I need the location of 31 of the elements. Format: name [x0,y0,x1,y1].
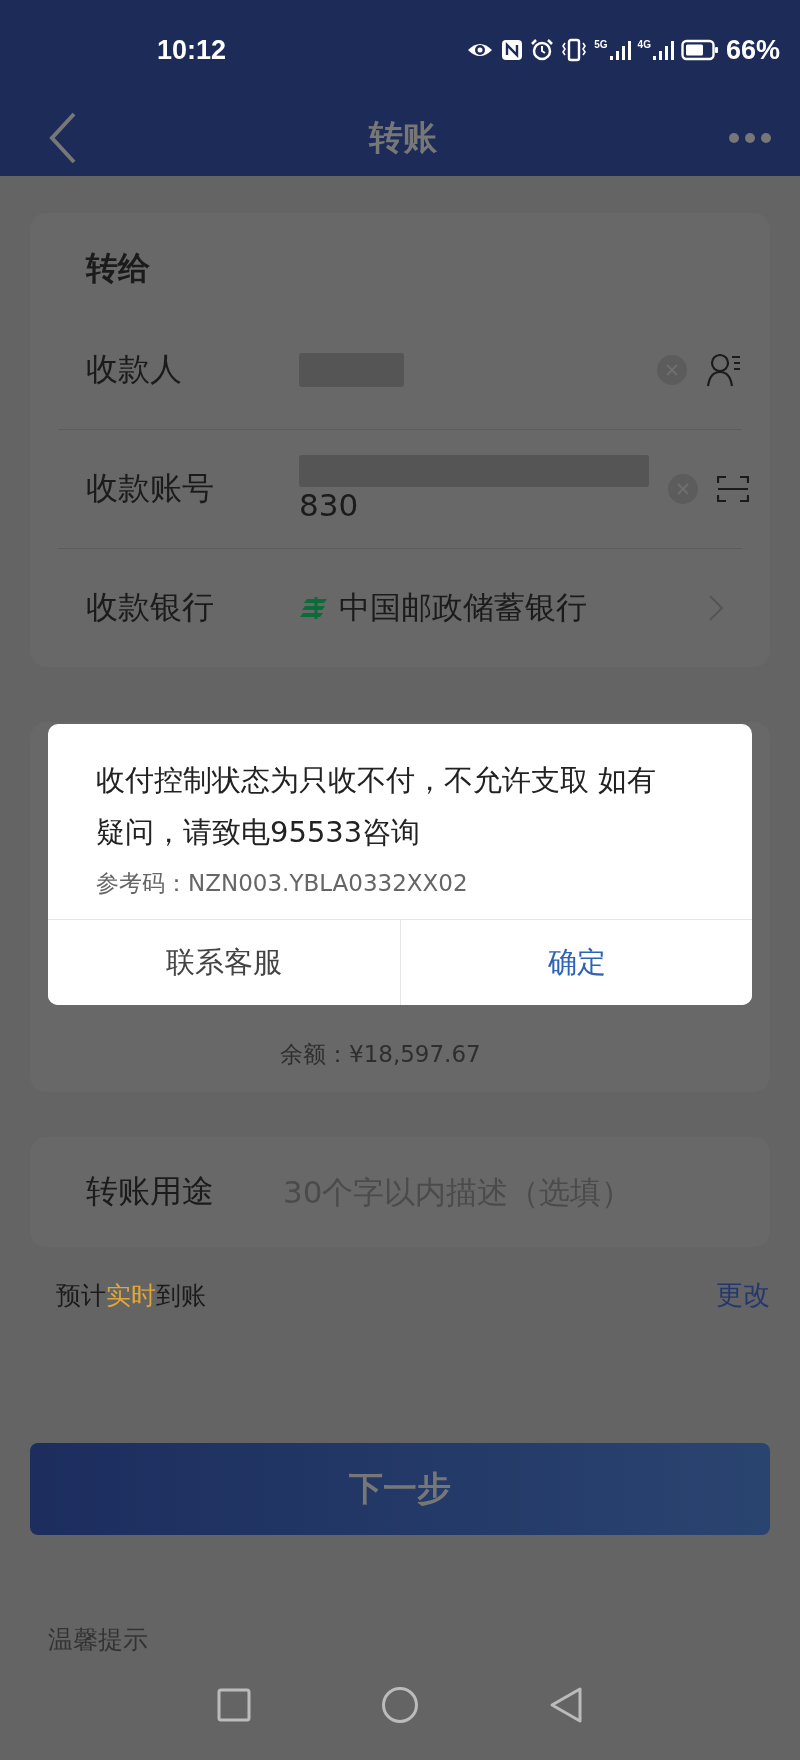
reference-code: 参考码：NZN003.YBLA0332XX02 [96,869,469,898]
contact-list-icon[interactable] [706,352,742,388]
bank-logo-icon [299,595,329,621]
section-title: 转给 [84,248,151,289]
home-icon[interactable] [381,1686,419,1724]
network-label: 4G [637,40,651,50]
scan-icon[interactable] [717,474,749,504]
signal-icon [608,40,631,60]
alarm-icon [530,38,555,62]
signal-icon [651,40,674,60]
page-title: 转账 [369,116,437,159]
field-value: 中国邮政储蓄银行 [339,588,587,627]
battery-percent: 66% [725,34,780,66]
vibrate-icon [561,38,588,62]
battery-icon [680,39,719,61]
dialog-message: 收付控制状态为只收不付，不允许支取 如有疑问，请致电95533咨询 [96,762,658,851]
confirm-button[interactable]: 确定 [400,920,752,1005]
back-nav-icon[interactable] [549,1686,583,1724]
field-label: 转账用途 [86,1171,215,1212]
recent-apps-icon[interactable] [217,1688,251,1722]
network-label: 5G [594,40,608,50]
more-icon[interactable] [728,132,772,144]
back-icon[interactable] [48,112,78,164]
field-label: 收款银行 [86,587,215,628]
field-value: 830 [299,487,360,523]
clock-time: 10:12 [157,34,227,66]
arrival-notice: 预计实时到账 [56,1279,206,1312]
balance-text: 余额：¥18,597.67 [280,1041,481,1067]
field-label: 收款人 [86,349,183,390]
nfc-icon [501,39,524,61]
field-label: 收款账号 [86,468,215,509]
